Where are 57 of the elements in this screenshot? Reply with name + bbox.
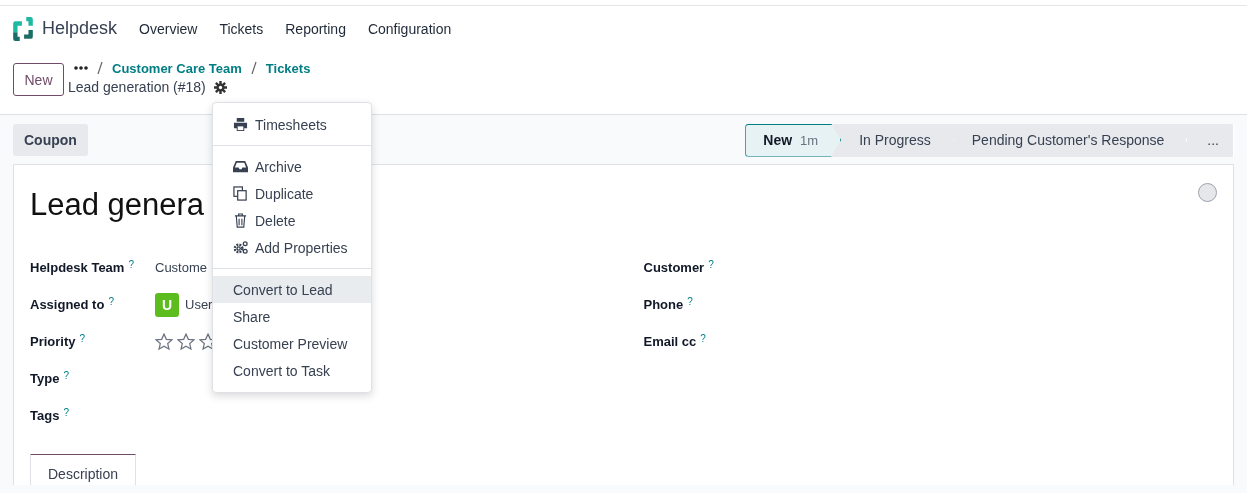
status-stage[interactable]: Pending Customer's Response [953,123,1188,157]
help-tooltip[interactable]: ? [108,297,114,307]
coupon-button[interactable]: Coupon [13,124,88,156]
help-tooltip[interactable]: ? [708,260,714,270]
more-stages-button[interactable]: ... [1187,123,1234,157]
ticket-title: Lead genera [30,186,205,224]
help-tooltip[interactable]: ? [687,297,693,307]
field-label: Customer [643,260,705,275]
nav-menu-item[interactable]: Reporting [285,20,346,37]
help-tooltip[interactable]: ? [700,334,706,344]
help-tooltip[interactable]: ? [128,260,134,270]
app-logo-icon [12,16,34,41]
field-label: Phone [643,297,684,312]
menu-item[interactable]: Convert to Task [213,357,371,384]
printer-icon [233,117,248,132]
status-circle-icon[interactable] [1198,183,1217,202]
field-label: Helpdesk Team [30,260,125,275]
field-label: Tags [30,408,60,423]
field-label: Priority [30,334,76,349]
gears-icon [233,240,248,255]
copy-icon [233,186,248,201]
field-label: Email cc [643,334,697,349]
app-name[interactable]: Helpdesk [42,18,118,39]
breadcrumb-separator-icon [97,61,103,75]
menu-item[interactable]: Add Properties [213,234,371,261]
nav-menu-item[interactable]: Configuration [367,20,452,37]
breadcrumb-link[interactable]: Customer Care Team [112,60,242,76]
menu-item[interactable]: Duplicate [213,180,371,207]
menu-item[interactable]: Timesheets [213,111,371,138]
help-tooltip[interactable]: ? [63,408,69,418]
settings-icon [213,80,227,94]
help-tooltip[interactable]: ? [63,371,69,381]
menu-item[interactable]: Share [213,303,371,330]
star-icon [155,332,173,351]
star-icon [177,332,195,351]
status-stage[interactable]: In Progress [841,123,954,157]
trash-icon [233,213,248,228]
description-tab[interactable]: Description [30,454,137,485]
status-stage[interactable]: New 1m [745,123,842,157]
menu-item[interactable]: Customer Preview [213,330,371,357]
nav-menu-item[interactable]: Tickets [219,20,264,37]
more-dots-icon [74,66,88,70]
record-title: Lead generation (#18) [68,79,206,95]
new-button[interactable]: New [13,63,64,96]
field-value[interactable]: User [185,297,213,312]
menu-item[interactable]: Convert to Lead [213,276,371,303]
breadcrumb-separator-icon [250,61,257,75]
field-label: Type [30,371,60,386]
field-value[interactable]: Custome [155,260,208,275]
menu-item[interactable]: Archive [213,153,371,180]
inbox-icon [233,159,248,174]
help-tooltip[interactable]: ? [79,334,86,344]
menu-item[interactable]: Delete [213,207,371,234]
field-label: Assigned to [30,297,105,312]
user-avatar: U [155,292,179,317]
breadcrumb-link[interactable]: Tickets [265,60,311,76]
nav-menu-item[interactable]: Overview [139,20,198,37]
